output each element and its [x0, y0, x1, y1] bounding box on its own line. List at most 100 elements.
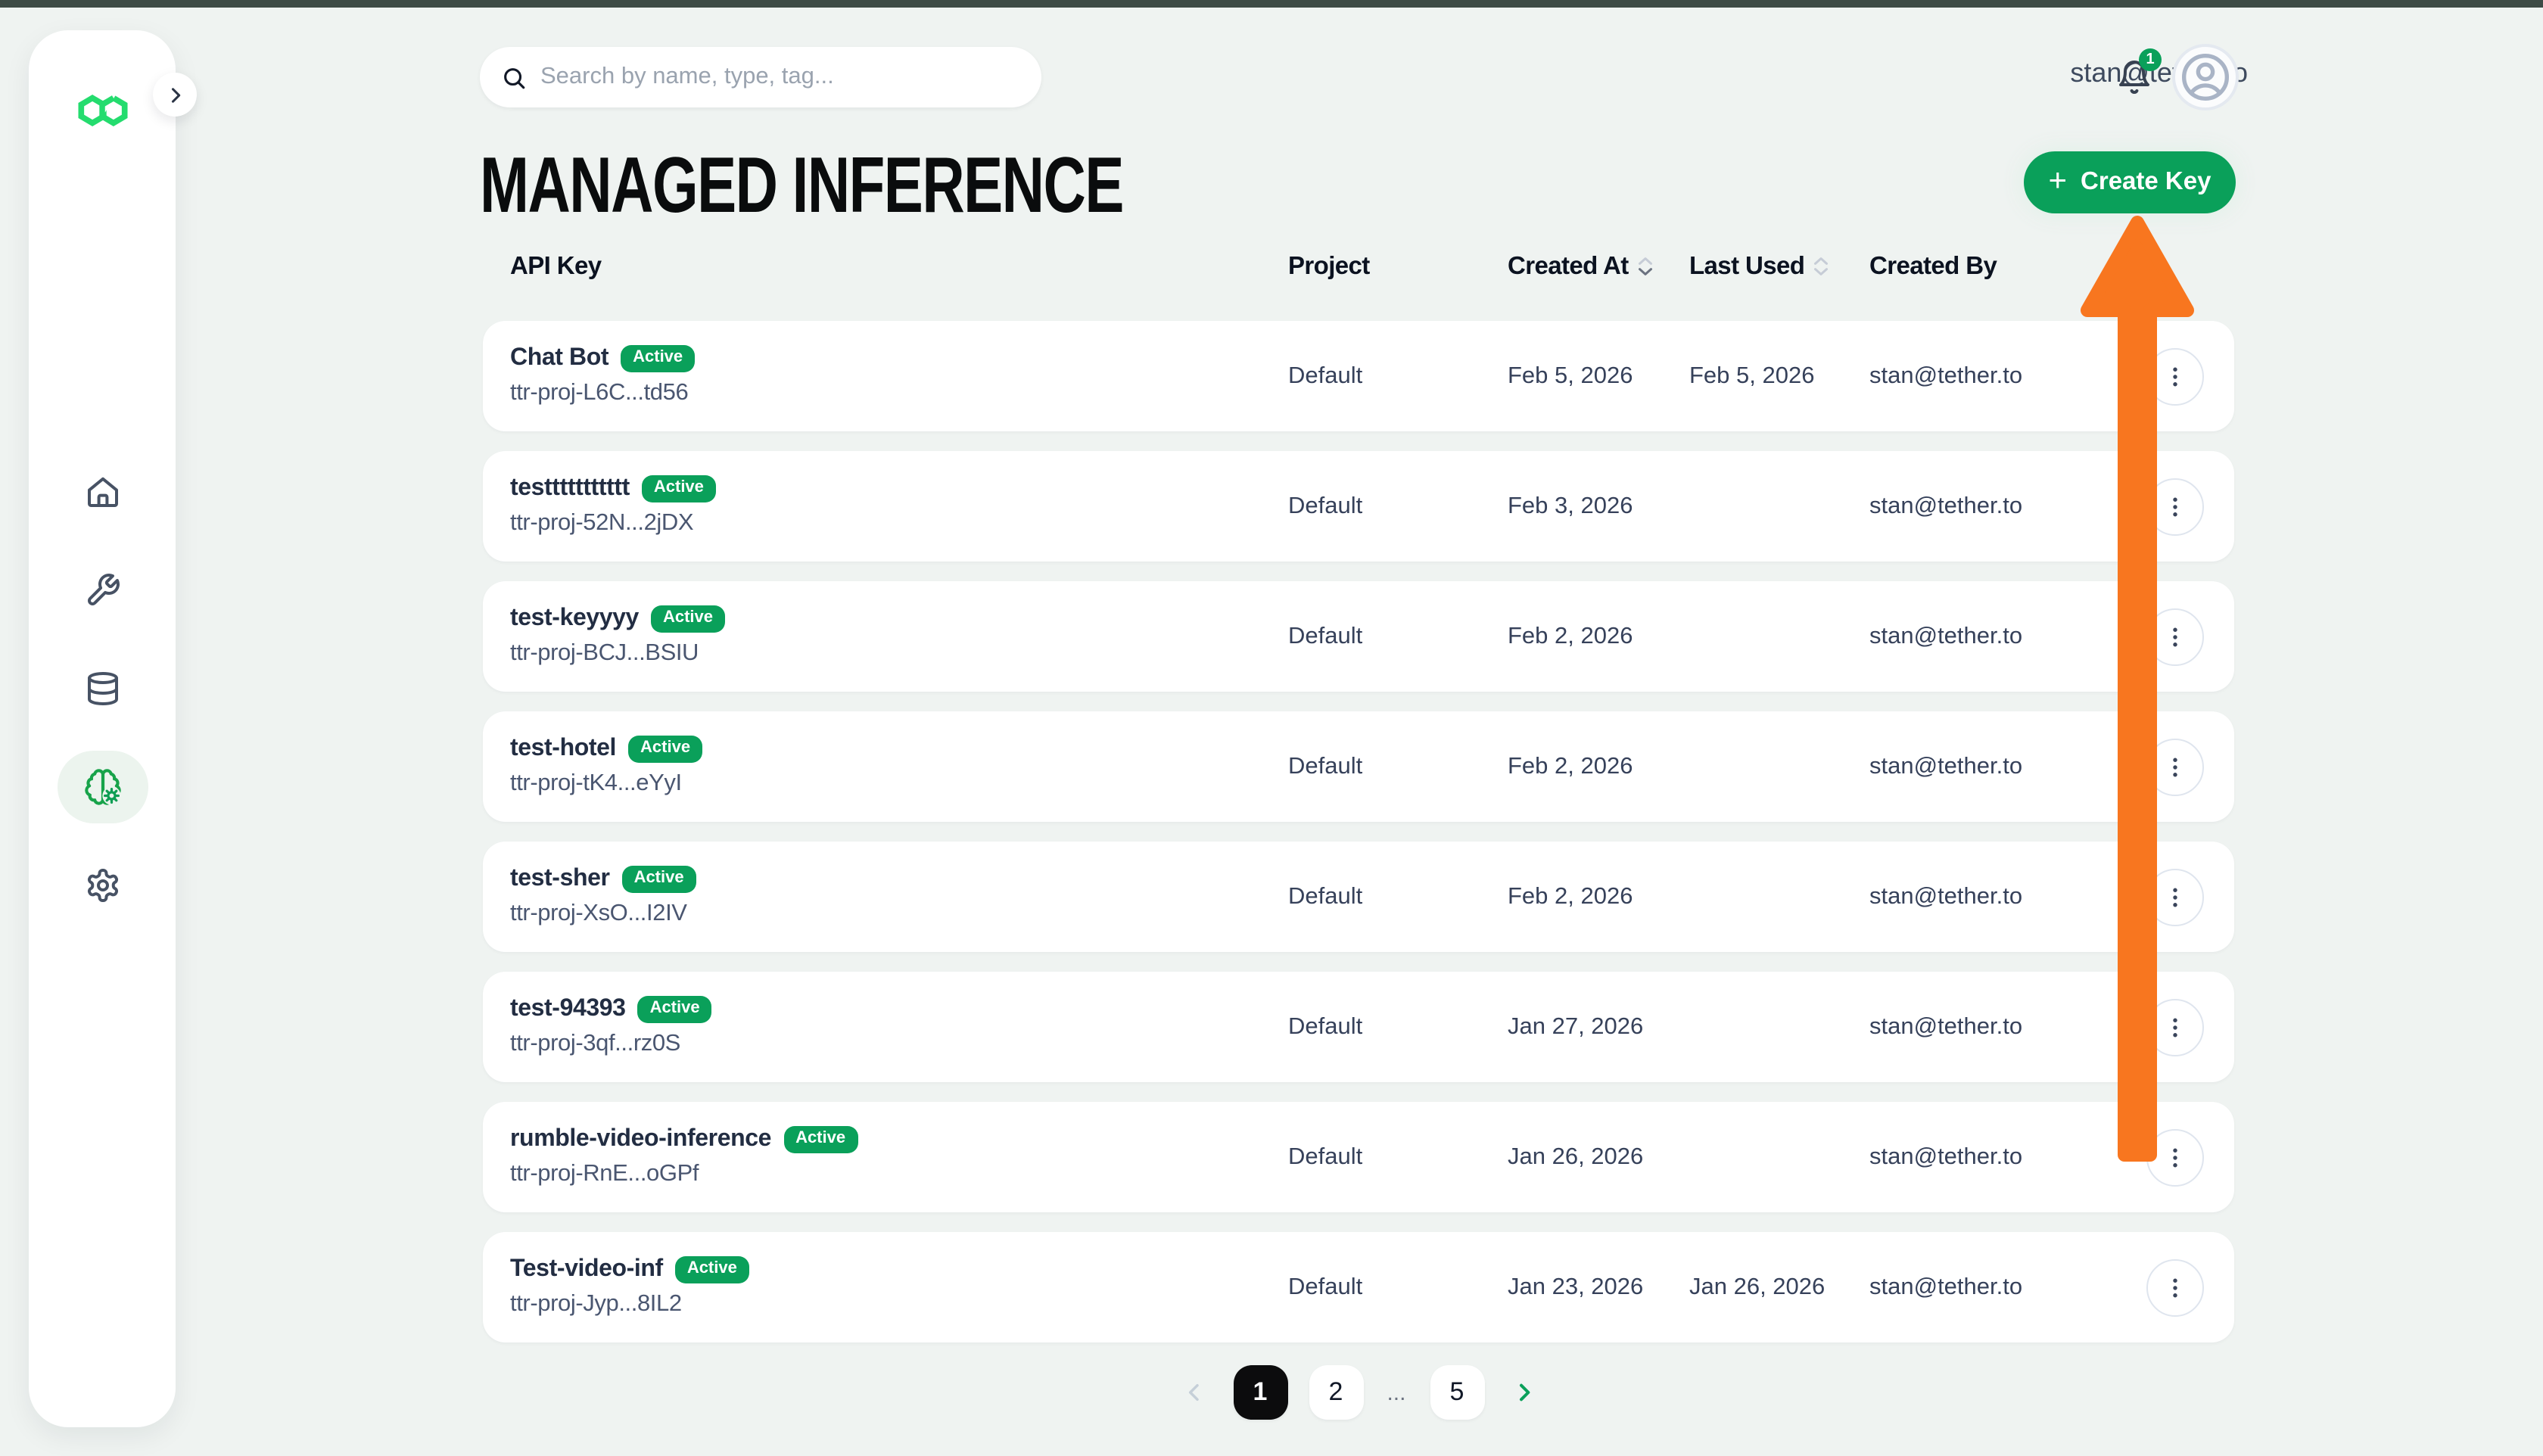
- api-key-name: testtttttttttt: [510, 475, 630, 502]
- cell-project: Default: [1288, 1143, 1508, 1171]
- cell-project: Default: [1288, 753, 1508, 780]
- managed-inference-page: stan@tether.to 1 MANAGED INFERENCE + Cre…: [0, 0, 2543, 1456]
- status-badge: Active: [628, 736, 702, 763]
- create-key-button[interactable]: + Create Key: [2024, 151, 2236, 213]
- cell-created-at: Feb 5, 2026: [1508, 362, 1689, 390]
- api-key-id: ttr-proj-L6C...td56: [510, 380, 1288, 407]
- cell-project: Default: [1288, 362, 1508, 390]
- page-button-2[interactable]: 2: [1309, 1365, 1363, 1420]
- chevron-right-icon: [1511, 1380, 1536, 1405]
- row-actions-button[interactable]: [2146, 738, 2204, 795]
- sidebar-item-tools[interactable]: [57, 554, 148, 627]
- api-key-name: test-94393: [510, 996, 626, 1023]
- table-row: Chat Bot Active ttr-proj-L6C...td56 Defau…: [483, 321, 2234, 431]
- top-window-bar: [0, 0, 2543, 8]
- cell-project: Default: [1288, 1013, 1508, 1041]
- cell-created-by: stan@tether.to: [1869, 753, 2146, 780]
- kebab-menu-icon: [2162, 1143, 2189, 1171]
- notifications-button[interactable]: 1: [2113, 58, 2155, 100]
- cell-created-at: Feb 2, 2026: [1508, 883, 1689, 910]
- status-badge: Active: [642, 475, 716, 502]
- cell-project: Default: [1288, 493, 1508, 520]
- sidebar-item-managed-inference[interactable]: [57, 751, 148, 823]
- api-key-id: ttr-proj-tK4...eYyI: [510, 770, 1288, 798]
- cell-project: Default: [1288, 623, 1508, 650]
- row-actions-button[interactable]: [2146, 1258, 2204, 1316]
- kebab-menu-icon: [2162, 623, 2189, 650]
- cell-project: Default: [1288, 1274, 1508, 1301]
- table-row: test-keyyyyActive ttr-proj-BCJ...BSIU De…: [483, 581, 2234, 692]
- kebab-menu-icon: [2162, 883, 2189, 910]
- kebab-menu-icon: [2162, 1013, 2189, 1041]
- page-ellipsis: ...: [1384, 1380, 1408, 1405]
- cell-created-by: stan@tether.to: [1869, 883, 2146, 910]
- kebab-menu-icon: [2162, 1274, 2189, 1301]
- row-actions-button[interactable]: [2146, 347, 2204, 405]
- cell-created-by: stan@tether.to: [1869, 1143, 2146, 1171]
- row-actions-button[interactable]: [2146, 998, 2204, 1056]
- user-circle-icon: [2180, 51, 2231, 103]
- kebab-menu-icon: [2162, 753, 2189, 780]
- row-actions-button[interactable]: [2146, 478, 2204, 535]
- home-icon: [84, 474, 120, 510]
- sort-icon-last-used: [1813, 257, 1829, 275]
- page-title: MANAGED INFERENCE: [480, 148, 1123, 224]
- row-actions-button[interactable]: [2146, 608, 2204, 665]
- cell-created-by: stan@tether.to: [1869, 362, 2146, 390]
- column-created-at[interactable]: Created At: [1508, 252, 1689, 281]
- cell-created-by: stan@tether.to: [1869, 493, 2146, 520]
- column-last-used[interactable]: Last Used: [1689, 252, 1869, 281]
- brain-gear-icon: [82, 767, 122, 807]
- kebab-menu-icon: [2162, 362, 2189, 390]
- sidebar-item-data[interactable]: [57, 652, 148, 725]
- cell-last-used: Jan 26, 2026: [1689, 1274, 1869, 1301]
- next-page-button[interactable]: [1505, 1374, 1542, 1411]
- sidebar-item-home[interactable]: [57, 456, 148, 528]
- wrench-icon: [84, 572, 120, 608]
- api-key-id: ttr-proj-3qf...rz0S: [510, 1031, 1288, 1058]
- status-badge: Active: [638, 996, 712, 1023]
- status-badge: Active: [651, 605, 725, 633]
- cell-created-by: stan@tether.to: [1869, 1013, 2146, 1041]
- table-row: test-hotelActive ttr-proj-tK4...eYyI Def…: [483, 711, 2234, 822]
- page-button-5[interactable]: 5: [1430, 1365, 1484, 1420]
- gear-icon: [84, 867, 120, 904]
- sidebar-nav: [29, 30, 176, 1427]
- sidebar-expand-button[interactable]: [153, 73, 197, 117]
- cell-created-by: stan@tether.to: [1869, 1274, 2146, 1301]
- sidebar-item-settings[interactable]: [57, 849, 148, 922]
- api-key-name: Chat Bot: [510, 345, 609, 372]
- avatar[interactable]: [2172, 44, 2239, 110]
- cell-created-at: Feb 2, 2026: [1508, 623, 1689, 650]
- api-key-id: ttr-proj-RnE...oGPf: [510, 1161, 1288, 1188]
- status-badge: Active: [675, 1256, 749, 1283]
- pagination: 1 2 ... 5: [483, 1365, 2234, 1420]
- chevron-right-icon: [164, 84, 185, 105]
- cell-created-at: Jan 27, 2026: [1508, 1013, 1689, 1041]
- search-bar: [480, 47, 1041, 107]
- table-row: test-sherActive ttr-proj-XsO...I2IV Defa…: [483, 842, 2234, 952]
- cell-created-at: Jan 26, 2026: [1508, 1143, 1689, 1171]
- status-badge: Active: [621, 345, 695, 372]
- column-created-by: Created By: [1869, 252, 2146, 281]
- cell-created-by: stan@tether.to: [1869, 623, 2146, 650]
- cell-project: Default: [1288, 883, 1508, 910]
- status-badge: Active: [783, 1126, 858, 1153]
- page-button-1[interactable]: 1: [1233, 1365, 1287, 1420]
- cell-created-at: Feb 3, 2026: [1508, 493, 1689, 520]
- table-row: testtttttttttt Active ttr-proj-52N...2jDX…: [483, 451, 2234, 562]
- cell-last-used: Feb 5, 2026: [1689, 362, 1869, 390]
- api-key-name: rumble-video-inference: [510, 1126, 771, 1153]
- api-key-id: ttr-proj-52N...2jDX: [510, 510, 1288, 537]
- database-icon: [84, 670, 120, 707]
- plus-icon: +: [2049, 165, 2068, 197]
- previous-page-button[interactable]: [1175, 1374, 1212, 1411]
- table-row: rumble-video-inference Active ttr-proj-Rn…: [483, 1102, 2234, 1212]
- row-actions-button[interactable]: [2146, 1128, 2204, 1186]
- search-input[interactable]: [540, 64, 1020, 91]
- row-actions-button[interactable]: [2146, 868, 2204, 926]
- column-api-key: API Key: [510, 252, 1288, 281]
- table-header: API Key Project Created At Last Used Cre…: [510, 248, 2234, 285]
- status-badge: Active: [622, 866, 696, 893]
- cell-created-at: Jan 23, 2026: [1508, 1274, 1689, 1301]
